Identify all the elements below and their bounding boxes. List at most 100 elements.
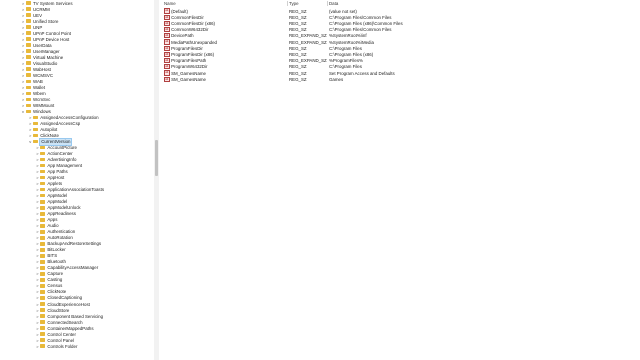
chevron-right-icon[interactable]: > xyxy=(21,97,25,103)
chevron-right-icon[interactable]: > xyxy=(28,133,32,139)
tree-item[interactable]: > Wbem xyxy=(21,91,46,97)
tree-item[interactable]: > UNP xyxy=(21,25,42,31)
tree-item[interactable]: > Bluetooth xyxy=(35,259,66,265)
tree-item[interactable]: > Controls Folder xyxy=(35,344,77,350)
tree-item[interactable]: > AccountPicture xyxy=(35,145,77,151)
chevron-right-icon[interactable]: > xyxy=(35,283,39,289)
chevron-right-icon[interactable]: > xyxy=(35,217,39,223)
chevron-right-icon[interactable]: > xyxy=(35,169,39,175)
chevron-right-icon[interactable]: > xyxy=(21,55,25,61)
tree-item[interactable]: > Unified Store xyxy=(21,19,59,25)
tree-item[interactable]: > AppHost xyxy=(35,175,64,181)
chevron-right-icon[interactable]: > xyxy=(35,259,39,265)
tree-item[interactable]: > WAB xyxy=(21,79,43,85)
chevron-right-icon[interactable]: > xyxy=(21,1,25,7)
tree-item[interactable]: > WcmSvc xyxy=(21,97,51,103)
tree-item[interactable]: > AdvertisingInfo xyxy=(35,157,76,163)
chevron-right-icon[interactable]: > xyxy=(28,127,32,133)
tree-item[interactable]: > CapabilityAccessManager xyxy=(35,265,98,271)
chevron-right-icon[interactable]: > xyxy=(35,193,39,199)
tree-item[interactable]: > ClickNote xyxy=(35,289,66,295)
tree-item[interactable]: > Casting xyxy=(35,277,62,283)
chevron-right-icon[interactable]: > xyxy=(35,320,39,326)
tree-item[interactable]: > App Paths xyxy=(35,169,67,175)
tree-item[interactable]: v Windows xyxy=(21,109,51,115)
chevron-right-icon[interactable]: > xyxy=(35,187,39,193)
chevron-right-icon[interactable]: > xyxy=(35,295,39,301)
tree-item[interactable]: > AssignedAccessCsp xyxy=(28,121,80,127)
chevron-right-icon[interactable]: > xyxy=(35,338,39,344)
chevron-right-icon[interactable]: > xyxy=(35,163,39,169)
chevron-right-icon[interactable]: > xyxy=(35,271,39,277)
tree-item[interactable]: > ClickNote xyxy=(28,133,59,139)
chevron-right-icon[interactable]: > xyxy=(35,205,39,211)
column-header-name[interactable]: Name xyxy=(164,0,176,7)
registry-value-row[interactable]: ab ProgramW6432Dir REG_SZ C:\Program Files xyxy=(160,64,630,70)
tree-item[interactable]: > WCMSVC xyxy=(21,73,53,79)
tree-item[interactable]: > Virtual Machine xyxy=(21,55,63,61)
tree-item[interactable]: > ActionCenter xyxy=(35,151,73,157)
tree-item[interactable]: > Component Based Servicing xyxy=(35,314,103,320)
tree-item[interactable]: > Apps xyxy=(35,217,57,223)
chevron-right-icon[interactable]: > xyxy=(35,211,39,217)
tree-item[interactable]: > AppModelUnlock xyxy=(35,205,80,211)
tree-scrollbar-thumb[interactable] xyxy=(155,140,158,176)
tree-item[interactable]: > TV System Services xyxy=(21,1,73,7)
registry-value-row[interactable]: ab (Default) REG_SZ (value not set) xyxy=(160,8,630,15)
chevron-right-icon[interactable]: > xyxy=(35,308,39,314)
tree-item[interactable]: > Capture xyxy=(35,271,63,277)
registry-value-row[interactable]: ab CommonFilesDir REG_SZ C:\Program Files\C… xyxy=(160,14,630,21)
chevron-right-icon[interactable]: > xyxy=(21,91,25,97)
column-header-data[interactable]: Data xyxy=(329,0,338,7)
tree-item[interactable]: > App Management xyxy=(35,163,82,169)
tree-item[interactable]: > AppReadiness xyxy=(35,211,76,217)
chevron-right-icon[interactable]: > xyxy=(35,253,39,259)
tree-item[interactable]: > Authentication xyxy=(35,229,75,235)
chevron-right-icon[interactable]: > xyxy=(21,73,25,79)
registry-value-row[interactable]: ab ProgramFilesDir REG_SZ C:\Program Files xyxy=(160,45,630,52)
chevron-right-icon[interactable]: > xyxy=(35,199,39,205)
chevron-right-icon[interactable]: > xyxy=(35,223,39,229)
chevron-right-icon[interactable]: > xyxy=(35,241,39,247)
tree-item[interactable]: > AssignedAccessConfiguration xyxy=(28,115,99,121)
chevron-right-icon[interactable]: > xyxy=(35,314,39,320)
registry-value-row[interactable]: ab SM_GamesName REG_SZ Set Program Access a… xyxy=(160,70,630,77)
chevron-down-icon[interactable]: v xyxy=(28,139,32,145)
registry-value-row[interactable]: ab CommonW6432Dir REG_SZ C:\Program Files\C… xyxy=(160,27,630,33)
chevron-right-icon[interactable]: > xyxy=(35,235,39,241)
chevron-right-icon[interactable]: > xyxy=(35,344,39,350)
tree-item[interactable]: > BITS xyxy=(35,253,57,259)
tree-item[interactable]: > VisualStudio xyxy=(21,61,58,67)
tree-item[interactable]: > Autopilot xyxy=(28,127,57,133)
tree-item[interactable]: > UserData xyxy=(21,43,52,49)
chevron-right-icon[interactable]: > xyxy=(28,115,32,121)
tree-item[interactable]: > ContainerMappedPaths xyxy=(35,326,93,332)
chevron-down-icon[interactable]: v xyxy=(21,109,25,115)
tree-item[interactable]: > AutoRotation xyxy=(35,235,73,241)
tree-item[interactable]: > Wallet xyxy=(21,85,45,91)
tree-item[interactable]: > ClosedCaptioning xyxy=(35,295,82,301)
chevron-right-icon[interactable]: > xyxy=(35,302,39,308)
tree-item[interactable]: > WIMMount xyxy=(21,103,54,109)
chevron-right-icon[interactable]: > xyxy=(21,79,25,85)
registry-value-row[interactable]: ab ProgramFilesDir (x86) REG_SZ C:\Program … xyxy=(160,51,630,58)
column-divider[interactable] xyxy=(287,1,288,6)
chevron-right-icon[interactable]: > xyxy=(21,49,25,55)
registry-value-row[interactable]: ab ProgramFilesPath REG_EXPAND_SZ %ProgramF… xyxy=(160,58,630,64)
chevron-right-icon[interactable]: > xyxy=(35,145,39,151)
tree-item[interactable]: > BitLocker xyxy=(35,247,65,253)
chevron-right-icon[interactable]: > xyxy=(35,289,39,295)
registry-value-row[interactable]: ab SM_GamesName REG_SZ Games xyxy=(160,76,630,83)
chevron-right-icon[interactable]: > xyxy=(35,326,39,332)
chevron-right-icon[interactable]: > xyxy=(21,85,25,91)
tree-item[interactable]: > ApplicationAssociationToasts xyxy=(35,187,104,193)
column-divider[interactable] xyxy=(327,1,328,6)
tree-item[interactable]: > Control Panel xyxy=(35,338,74,344)
chevron-right-icon[interactable]: > xyxy=(35,332,39,338)
registry-value-row[interactable]: ab CommonFilesDir (x86) REG_SZ C:\Program F… xyxy=(160,20,630,27)
tree-item[interactable]: > UPnP Device Host xyxy=(21,37,69,43)
registry-key-tree[interactable]: > TV System Services > UCRMM > UEV > Unified St… xyxy=(0,0,154,360)
tree-item[interactable]: > BackupAndRestoreSettings xyxy=(35,241,101,247)
tree-item[interactable]: > UEV xyxy=(21,13,42,19)
chevron-right-icon[interactable]: > xyxy=(21,7,25,13)
